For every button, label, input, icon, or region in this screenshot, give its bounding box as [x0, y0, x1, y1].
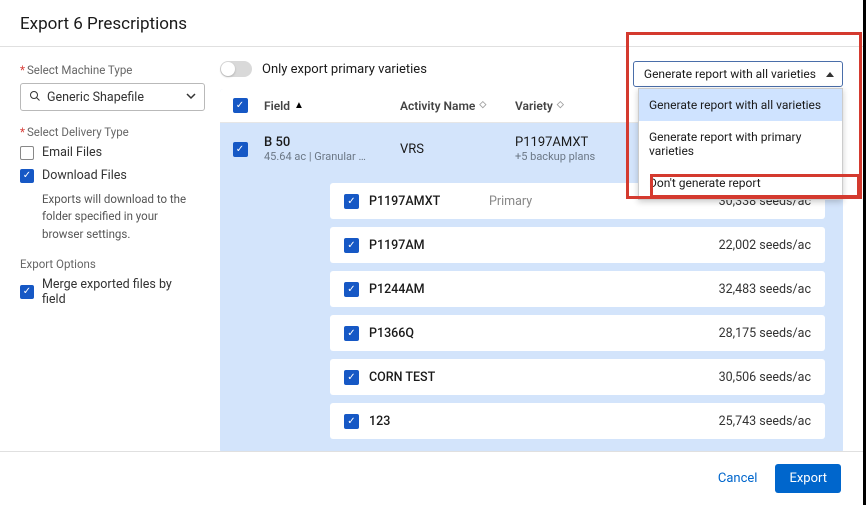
- variety-subrow[interactable]: ✓ P1244AM 32,483 seeds/ac: [330, 271, 825, 307]
- subrow-name: P1197AM: [369, 238, 489, 253]
- subrow-checkbox[interactable]: ✓: [344, 282, 359, 297]
- only-primary-toggle[interactable]: [220, 61, 252, 77]
- variety-name: P1197AMXT: [515, 135, 645, 150]
- col-activity[interactable]: Activity Name◇: [400, 99, 515, 113]
- cancel-button[interactable]: Cancel: [718, 471, 758, 486]
- subrow-rate: 30,506 seeds/ac: [559, 370, 811, 385]
- sort-asc-icon: ▲: [294, 100, 304, 111]
- subrow-checkbox[interactable]: ✓: [344, 238, 359, 253]
- sort-icon: ◇: [479, 101, 486, 110]
- variety-subrow[interactable]: ✓ P1366Q 28,175 seeds/ac: [330, 315, 825, 351]
- col-field[interactable]: Field▲: [260, 99, 400, 113]
- subrow-rate: 22,002 seeds/ac: [559, 238, 811, 253]
- subrow-rate: 28,175 seeds/ac: [559, 326, 811, 341]
- subrow-checkbox[interactable]: ✓: [344, 414, 359, 429]
- subrow-checkbox[interactable]: ✓: [344, 370, 359, 385]
- email-files-option[interactable]: Email Files: [20, 145, 196, 160]
- subrow-name: 123: [369, 414, 489, 429]
- export-options-label: Export Options: [20, 257, 196, 271]
- field-name: B 50: [264, 135, 400, 150]
- search-icon: [29, 90, 41, 105]
- report-option-primary[interactable]: Generate report with primary varieties: [639, 121, 842, 167]
- export-button[interactable]: Export: [775, 464, 841, 493]
- variety-subtext: +5 backup plans: [515, 150, 645, 163]
- subrow-rate: 32,483 seeds/ac: [559, 282, 811, 297]
- field-subtext: 45.64 ac | Granular …: [264, 150, 400, 163]
- variety-subrow[interactable]: ✓ P1197AM 22,002 seeds/ac: [330, 227, 825, 263]
- col-variety[interactable]: Variety◇: [515, 99, 645, 113]
- subrow-checkbox[interactable]: ✓: [344, 194, 359, 209]
- machine-type-value: Generic Shapefile: [47, 90, 144, 105]
- report-option-all[interactable]: Generate report with all varieties: [639, 89, 842, 121]
- subrow-rate: 25,743 seeds/ac: [559, 414, 811, 429]
- activity-name: VRS: [400, 142, 515, 157]
- variety-subrow[interactable]: ✓ 123 25,743 seeds/ac: [330, 403, 825, 439]
- report-dropdown-menu: Generate report with all varieties Gener…: [638, 88, 843, 200]
- merge-files-option[interactable]: ✓ Merge exported files by field: [20, 277, 196, 307]
- checkbox-empty-icon: [20, 146, 34, 160]
- sort-icon: ◇: [557, 101, 564, 110]
- row-checkbox[interactable]: ✓: [233, 142, 248, 157]
- subrow-name: CORN TEST: [369, 370, 489, 385]
- subrow-name: P1366Q: [369, 326, 489, 341]
- variety-subrow[interactable]: ✓ CORN TEST 30,506 seeds/ac: [330, 359, 825, 395]
- machine-type-select[interactable]: Generic Shapefile: [20, 83, 205, 111]
- download-hint: Exports will download to the folder spec…: [20, 191, 196, 243]
- dialog-title: Export 6 Prescriptions: [0, 0, 863, 47]
- subrow-checkbox[interactable]: ✓: [344, 326, 359, 341]
- subrow-name: P1197AMXT: [369, 194, 489, 209]
- download-files-option[interactable]: ✓ Download Files: [20, 168, 196, 183]
- subrow-name: P1244AM: [369, 282, 489, 297]
- export-sidebar: Select Machine Type Generic Shapefile Se…: [0, 47, 210, 447]
- only-primary-label: Only export primary varieties: [262, 62, 427, 77]
- chevron-down-icon: [186, 91, 196, 104]
- report-dropdown-button[interactable]: Generate report with all varieties: [633, 61, 843, 87]
- machine-type-label: Select Machine Type: [20, 63, 196, 77]
- report-option-none[interactable]: Don't generate report: [639, 167, 842, 199]
- select-all-checkbox[interactable]: ✓: [233, 98, 248, 113]
- subrow-primary: Primary: [489, 194, 559, 209]
- checkbox-checked-icon: ✓: [20, 169, 34, 183]
- dialog-footer: Cancel Export: [0, 451, 863, 505]
- delivery-type-label: Select Delivery Type: [20, 125, 196, 139]
- checkbox-checked-icon: ✓: [20, 285, 34, 299]
